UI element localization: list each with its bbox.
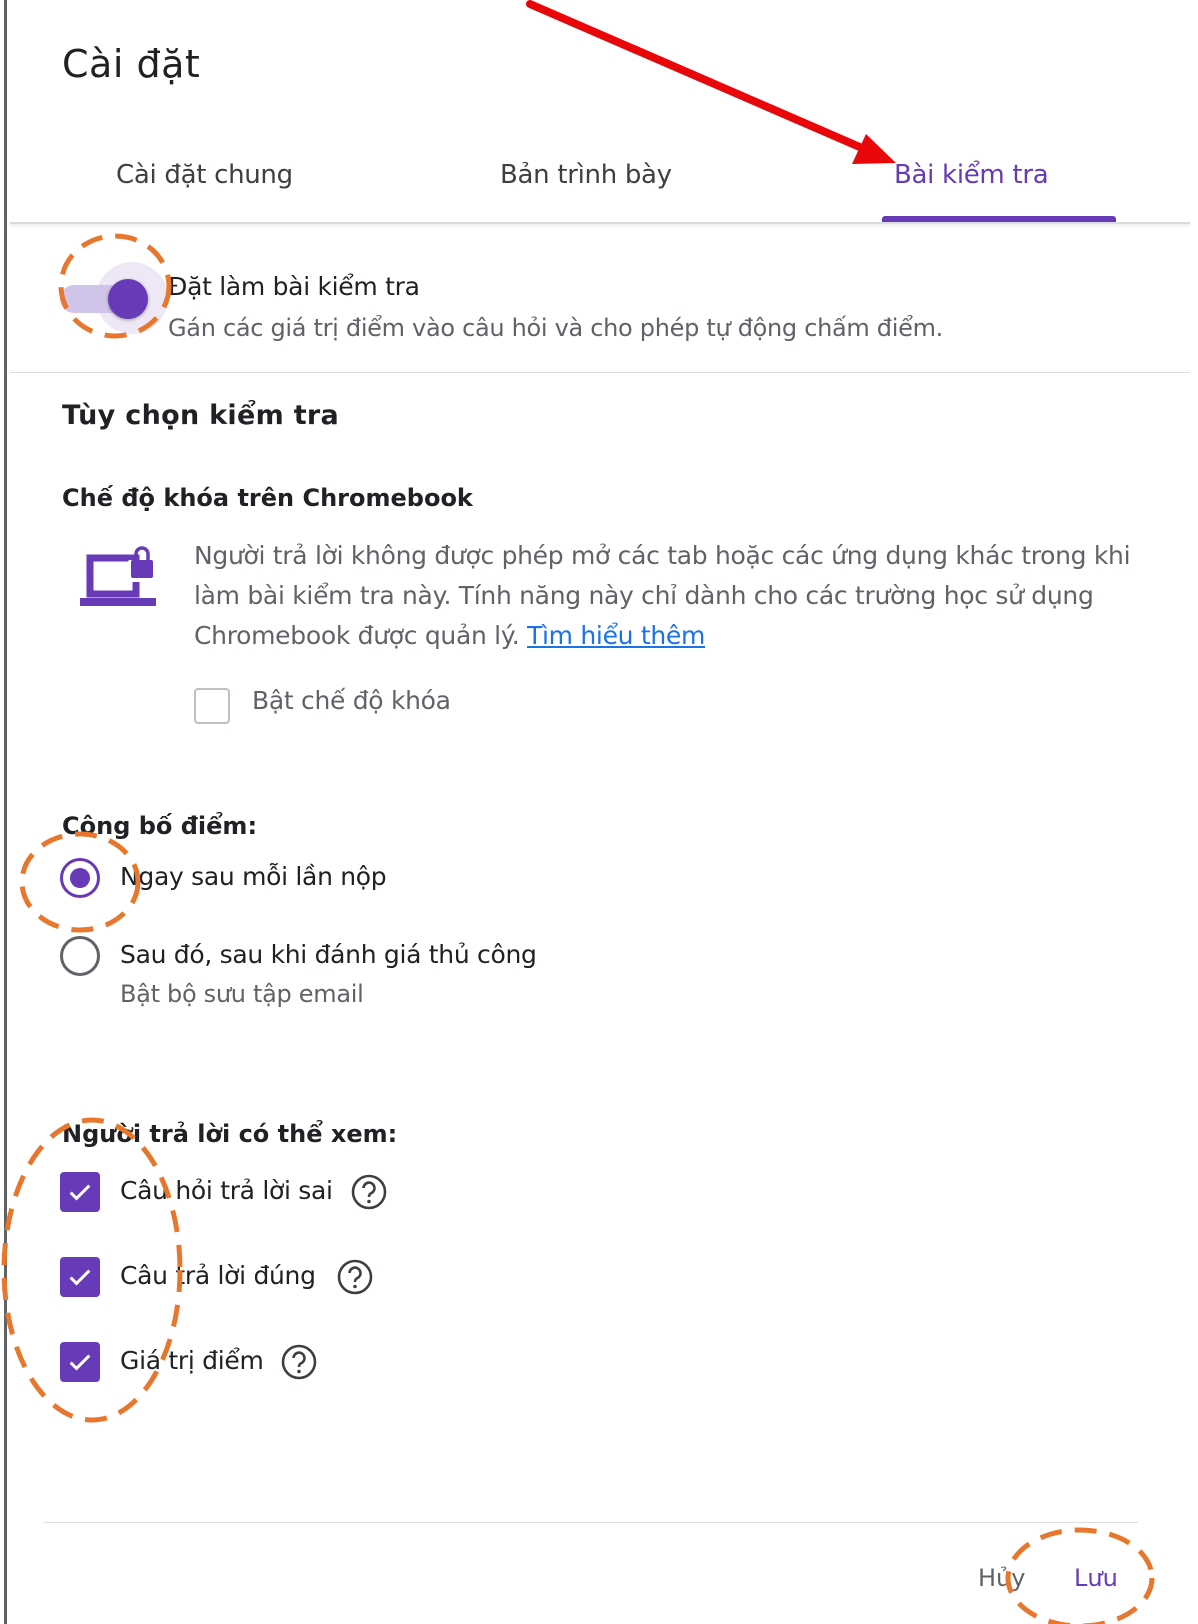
make-quiz-description: Gán các giá trị điểm vào câu hỏi và cho … <box>168 314 943 342</box>
locked-mode-heading: Chế độ khóa trên Chromebook <box>62 484 473 512</box>
save-button[interactable]: Lưu <box>1074 1564 1118 1592</box>
check-icon <box>69 1184 91 1201</box>
toggle-thumb <box>108 279 148 319</box>
cancel-button[interactable]: Hủy <box>978 1564 1025 1592</box>
missed-questions-checkbox[interactable] <box>60 1172 100 1212</box>
help-icon[interactable] <box>336 1258 374 1296</box>
quiz-options-heading: Tùy chọn kiểm tra <box>62 400 340 431</box>
help-icon[interactable] <box>350 1173 388 1211</box>
check-icon <box>69 1269 91 1286</box>
release-immediately-label: Ngay sau mỗi lần nộp <box>120 862 387 891</box>
correct-answers-label: Câu trả lời đúng <box>120 1261 316 1290</box>
section-divider <box>10 372 1190 373</box>
make-quiz-label: Đặt làm bài kiểm tra <box>168 272 420 301</box>
release-later-sublabel: Bật bộ sưu tập email <box>120 980 364 1008</box>
tab-general[interactable]: Cài đặt chung <box>116 160 293 190</box>
tab-quizzes[interactable]: Bài kiểm tra <box>894 160 1049 190</box>
check-icon <box>69 1354 91 1371</box>
dialog-title: Cài đặt <box>62 42 201 86</box>
point-values-label: Giá trị điểm <box>120 1346 264 1375</box>
footer-divider <box>44 1522 1138 1523</box>
release-later-radio[interactable] <box>60 936 100 976</box>
locked-mode-checkbox[interactable] <box>194 688 230 724</box>
laptop-lock-icon <box>80 546 156 606</box>
make-quiz-toggle[interactable] <box>60 262 170 334</box>
background-window-edge <box>0 0 10 1624</box>
tab-presentation[interactable]: Bản trình bày <box>500 160 672 190</box>
settings-dialog: Cài đặt Cài đặt chung Bản trình bày Bài … <box>10 0 1198 1624</box>
locked-mode-checkbox-label: Bật chế độ khóa <box>252 686 451 715</box>
point-values-checkbox[interactable] <box>60 1342 100 1382</box>
release-immediately-radio[interactable] <box>60 858 100 898</box>
tabs-divider <box>10 222 1190 224</box>
release-grade-heading: Công bố điểm: <box>62 812 258 840</box>
missed-questions-label: Câu hỏi trả lời sai <box>120 1176 333 1205</box>
learn-more-link[interactable]: Tìm hiểu thêm <box>527 621 705 650</box>
correct-answers-checkbox[interactable] <box>60 1257 100 1297</box>
help-icon[interactable] <box>280 1343 318 1381</box>
locked-mode-description: Người trả lời không được phép mở các tab… <box>194 536 1154 656</box>
release-later-label: Sau đó, sau khi đánh giá thủ công <box>120 940 537 969</box>
respondents-can-see-heading: Người trả lời có thể xem: <box>62 1120 398 1148</box>
settings-tabs: Cài đặt chung Bản trình bày Bài kiểm tra <box>10 140 1190 224</box>
